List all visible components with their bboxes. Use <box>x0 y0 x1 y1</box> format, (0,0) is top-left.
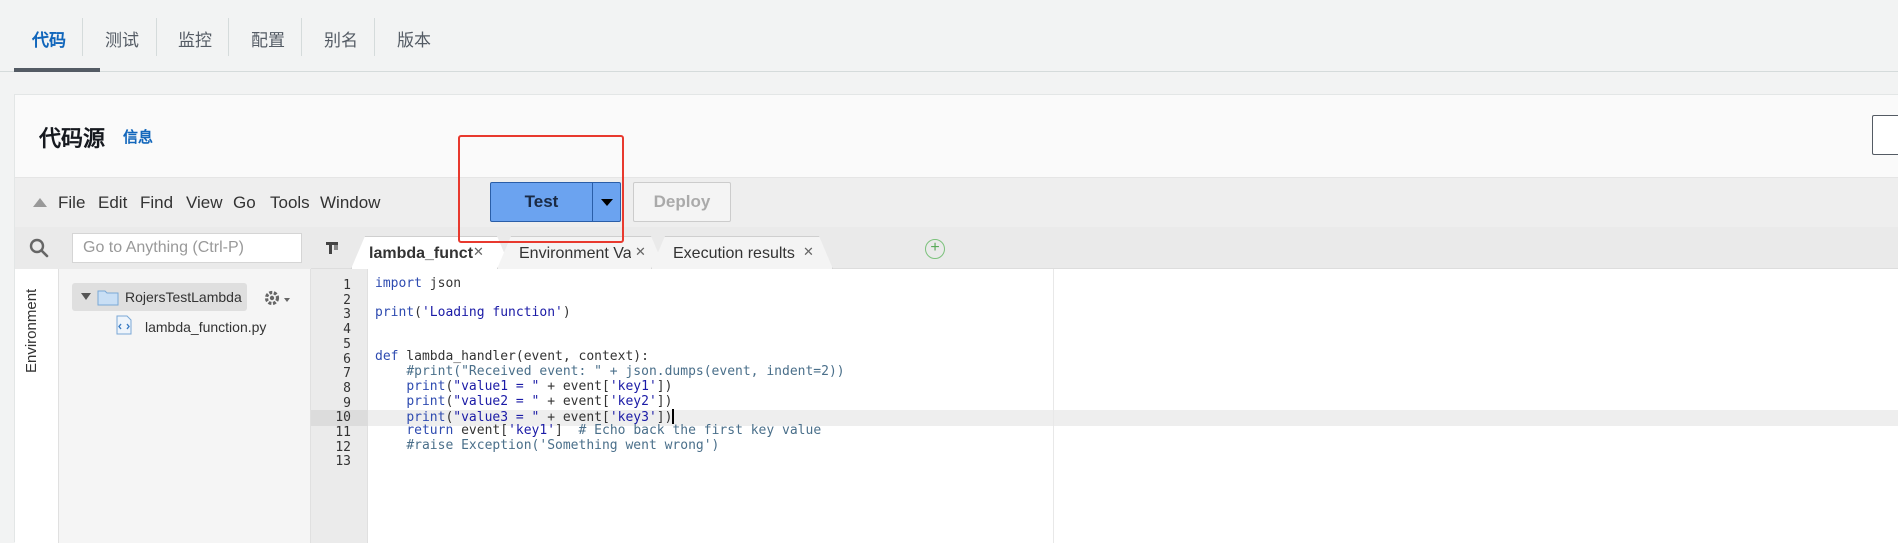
panel-title: 代码源 <box>39 126 106 151</box>
add-tab-icon[interactable]: + <box>925 239 945 259</box>
tree-folder-root[interactable]: RojersTestLambda <box>72 283 247 311</box>
line-number: 7 <box>343 366 351 382</box>
tab-test[interactable]: 测试 <box>105 26 139 51</box>
tab-versions[interactable]: 版本 <box>397 26 431 51</box>
folder-icon <box>97 290 119 306</box>
tab-monitor[interactable]: 监控 <box>178 26 212 51</box>
deploy-button-label: Deploy <box>653 192 711 211</box>
info-link[interactable]: 信息 <box>123 126 153 147</box>
editor-tab-label: lambda_function <box>369 245 473 262</box>
tab-code[interactable]: 代码 <box>32 26 66 51</box>
print-margin <box>1053 269 1054 543</box>
line-number: 13 <box>335 454 351 470</box>
menu-tools[interactable]: Tools <box>270 193 310 213</box>
line-number: 9 <box>343 395 351 411</box>
tab-divider <box>156 18 157 56</box>
upload-button-partial[interactable] <box>1872 115 1898 155</box>
code-line: print('Loading function') <box>375 305 571 321</box>
code-source-panel: 代码源 信息 File Edit Find View Go Tools Wind… <box>14 94 1898 543</box>
menu-window[interactable]: Window <box>320 193 380 213</box>
python-file-icon <box>116 315 132 335</box>
menu-view[interactable]: View <box>186 193 223 213</box>
tab-divider <box>228 18 229 56</box>
tab-aliases[interactable]: 别名 <box>324 26 358 51</box>
line-number: 1 <box>343 278 351 293</box>
function-tabs: 代码 测试 监控 配置 别名 版本 <box>0 0 1898 72</box>
environment-side-tab[interactable]: Environment <box>15 269 59 543</box>
code-line: def lambda_handler(event, context): <box>375 349 649 365</box>
line-number: 11 <box>335 425 351 440</box>
tab-divider <box>374 18 375 56</box>
code-content[interactable]: import json print('Loading function') def … <box>375 276 845 468</box>
line-number: 12 <box>335 439 351 455</box>
editor-tab-label: Environment Var <box>519 245 631 262</box>
collapse-triangle-icon[interactable] <box>33 198 47 207</box>
code-line: #print("Received event: " + json.dumps(e… <box>406 364 845 380</box>
tab-divider <box>82 18 83 56</box>
code-editor: lambda_function ✕ Environment Var ✕ Exec… <box>311 227 1898 543</box>
tab-list-icon[interactable] <box>325 240 341 256</box>
panel-header: 代码源 信息 <box>15 95 1898 177</box>
gear-caret-icon[interactable] <box>284 298 290 302</box>
environment-label: Environment <box>23 289 40 374</box>
menu-file[interactable]: File <box>58 193 85 213</box>
goto-row: Go to Anything (Ctrl-P) <box>15 227 311 269</box>
close-icon[interactable]: ✕ <box>473 244 484 260</box>
tab-configuration[interactable]: 配置 <box>251 26 285 51</box>
code-line: import json <box>375 276 462 291</box>
line-number: 5 <box>343 336 351 352</box>
code-line: print("value3 = " + event['key3']) <box>406 409 675 426</box>
code-line: return event['key1'] # Echo back the fir… <box>406 422 822 438</box>
line-number: 8 <box>343 380 351 396</box>
deploy-button[interactable]: Deploy <box>633 182 731 222</box>
gear-icon[interactable] <box>262 288 282 308</box>
ide-menubar: File Edit Find View Go Tools Window Test… <box>15 177 1898 227</box>
search-icon[interactable] <box>29 238 49 258</box>
line-number: 3 <box>343 307 351 323</box>
line-number: 6 <box>343 351 351 367</box>
folder-name: RojersTestLambda <box>125 289 242 305</box>
line-number-gutter: 1 2 3 4 5 6 7 8 9 10 11 12 13 <box>311 269 368 543</box>
goto-anything-input[interactable]: Go to Anything (Ctrl-P) <box>72 233 302 263</box>
active-tab-indicator <box>14 68 100 72</box>
editor-tab-label: Execution results <box>673 245 795 262</box>
tree-file-item[interactable]: lambda_function.py <box>145 319 266 335</box>
line-number: 2 <box>343 292 351 308</box>
menu-go[interactable]: Go <box>233 193 256 213</box>
annotation-highlight-box <box>458 135 624 243</box>
line-number: 10 <box>335 410 351 426</box>
menu-find[interactable]: Find <box>140 193 173 213</box>
environment-sidebar: Go to Anything (Ctrl-P) Environment Roje… <box>15 227 311 543</box>
close-icon[interactable]: ✕ <box>635 244 646 260</box>
code-line: print("value1 = " + event['key1']) <box>406 378 673 394</box>
editor-tab-execution-results[interactable]: Execution results ✕ <box>651 236 833 269</box>
menu-edit[interactable]: Edit <box>98 193 127 213</box>
tab-divider <box>301 18 302 56</box>
code-line: #raise Exception('Something went wrong') <box>406 437 720 453</box>
line-number: 4 <box>343 322 351 338</box>
tree-expand-icon[interactable] <box>81 293 91 300</box>
close-icon[interactable]: ✕ <box>803 244 814 260</box>
code-line: print("value2 = " + event['key2']) <box>406 393 673 409</box>
